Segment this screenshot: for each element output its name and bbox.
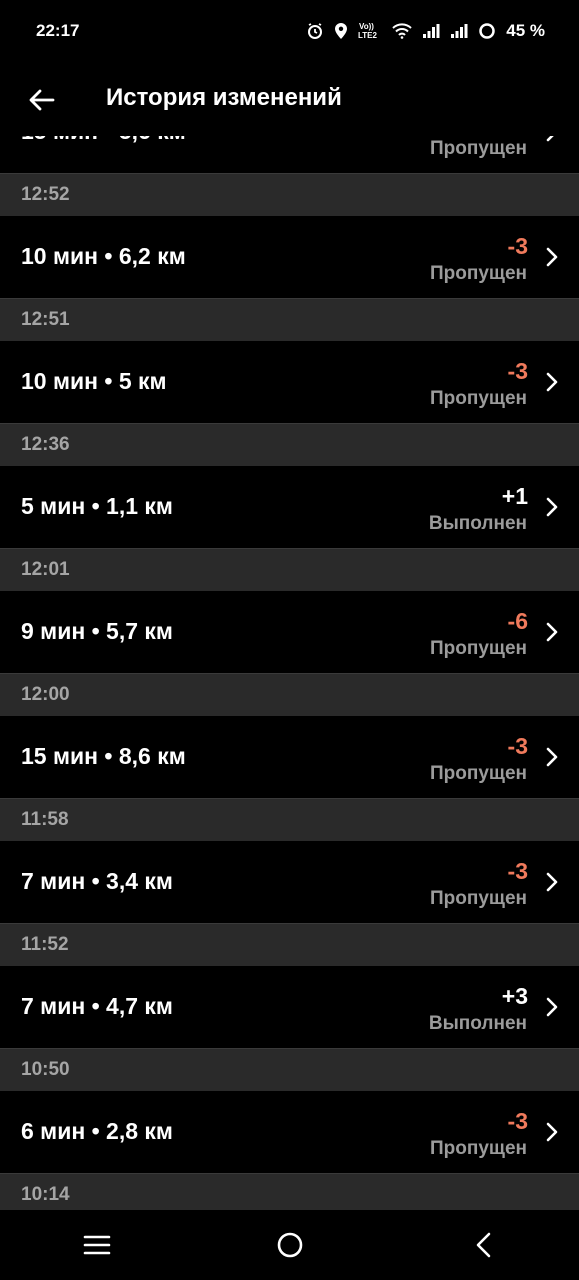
list-item[interactable]: 7 мин • 4,7 км +3 Выполнен: [0, 966, 579, 1048]
status-icons: Vo)) LTE2 45 %: [306, 21, 545, 41]
trip-summary: 7 мин • 4,7 км: [21, 993, 173, 1019]
score-delta: -3: [507, 858, 528, 884]
alarm-icon: [306, 22, 324, 40]
time-label: 12:36: [21, 434, 70, 455]
order-status: Пропущен: [430, 138, 527, 159]
time-separator: 12:51: [0, 298, 579, 341]
chevron-right-icon: [546, 872, 558, 892]
time-label: 11:52: [21, 934, 69, 955]
history-list[interactable]: 15 мин • 5,6 кмПропущен12:5210 мин • 6,2…: [0, 110, 579, 1210]
time-label: 12:00: [21, 684, 70, 705]
signal-icon: [450, 23, 468, 39]
time-separator: 11:52: [0, 923, 579, 966]
svg-text:Vo)): Vo)): [359, 22, 374, 31]
arrow-left-icon: [29, 89, 55, 111]
home-icon: [277, 1232, 302, 1258]
app-header: История изменений: [0, 62, 579, 136]
trip-summary: 15 мин • 8,6 км: [21, 743, 186, 769]
order-status: Пропущен: [430, 263, 527, 284]
score-delta: +1: [501, 483, 528, 509]
home-button[interactable]: [260, 1215, 320, 1275]
system-back-button[interactable]: [453, 1215, 513, 1275]
trip-summary: 7 мин • 3,4 км: [21, 868, 173, 894]
score-delta: -3: [507, 733, 528, 759]
signal-icon: [422, 23, 440, 39]
score-delta: +3: [501, 983, 528, 1009]
list-item[interactable]: 10 мин • 5 км -3 Пропущен: [0, 341, 579, 423]
score-delta: -3: [507, 358, 528, 384]
volte-lte2-icon: Vo)) LTE2: [358, 21, 382, 41]
status-time: 22:17: [36, 21, 80, 40]
time-separator: 10:50: [0, 1048, 579, 1091]
time-label: 10:14: [21, 1184, 70, 1205]
chevron-right-icon: [546, 497, 558, 517]
back-button[interactable]: [22, 80, 62, 120]
order-status: Пропущен: [430, 1138, 527, 1159]
order-status: Выполнен: [428, 1013, 527, 1034]
time-separator: 12:52: [0, 173, 579, 216]
list-item[interactable]: 6 мин • 2,8 км -3 Пропущен: [0, 1091, 579, 1173]
chevron-right-icon: [546, 997, 558, 1017]
trip-summary: 10 мин • 5 км: [21, 368, 167, 394]
order-status: Пропущен: [430, 638, 527, 659]
page-title: История изменений: [106, 84, 342, 111]
time-label: 12:52: [21, 184, 70, 205]
order-status: Выполнен: [428, 513, 527, 534]
list-item[interactable]: 15 мин • 8,6 км -3 Пропущен: [0, 716, 579, 798]
chevron-right-icon: [546, 1122, 558, 1142]
score-delta: -3: [507, 1108, 528, 1134]
recent-apps-button[interactable]: [67, 1215, 127, 1275]
trip-summary: 6 мин • 2,8 км: [21, 1118, 173, 1144]
time-separator: 12:36: [0, 423, 579, 466]
chevron-right-icon: [546, 372, 558, 392]
time-label: 12:01: [21, 559, 70, 580]
time-label: 10:50: [21, 1059, 70, 1080]
battery-icon: [478, 22, 496, 40]
order-status: Пропущен: [430, 388, 527, 409]
list-item[interactable]: 5 мин • 1,1 км +1 Выполнен: [0, 466, 579, 548]
chevron-right-icon: [546, 622, 558, 642]
location-icon: [334, 22, 348, 40]
time-separator: 12:00: [0, 673, 579, 716]
list-item[interactable]: 9 мин • 5,7 км -6 Пропущен: [0, 591, 579, 673]
score-delta: -6: [507, 608, 528, 634]
time-label: 12:51: [21, 309, 70, 330]
recent-apps-icon: [83, 1235, 110, 1255]
time-label: 11:58: [21, 809, 69, 830]
order-status: Пропущен: [430, 888, 527, 909]
system-nav-bar: [0, 1210, 579, 1280]
svg-text:LTE2: LTE2: [358, 31, 378, 40]
time-separator: 11:58: [0, 798, 579, 841]
trip-summary: 5 мин • 1,1 км: [21, 493, 173, 519]
time-separator: 10:14: [0, 1173, 579, 1210]
list-item[interactable]: 7 мин • 3,4 км -3 Пропущен: [0, 841, 579, 923]
battery-percent: 45 %: [506, 21, 545, 40]
status-bar: 22:17 Vo)) LTE2 45 %: [0, 0, 579, 62]
score-delta: -3: [507, 233, 528, 259]
chevron-right-icon: [546, 247, 558, 267]
time-separator: 12:01: [0, 548, 579, 591]
order-status: Пропущен: [430, 763, 527, 784]
trip-summary: 9 мин • 5,7 км: [21, 618, 173, 644]
back-icon: [476, 1232, 490, 1258]
wifi-icon: [392, 23, 412, 39]
trip-summary: 10 мин • 6,2 км: [21, 243, 186, 269]
list-item[interactable]: 10 мин • 6,2 км -3 Пропущен: [0, 216, 579, 298]
chevron-right-icon: [546, 747, 558, 767]
